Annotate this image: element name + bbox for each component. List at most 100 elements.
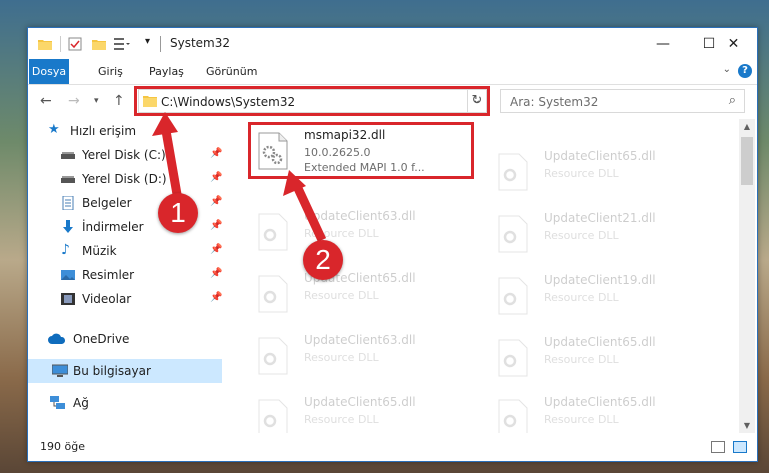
sidebar-item-label: Belgeler — [82, 196, 132, 210]
properties-icon[interactable] — [68, 37, 82, 51]
tab-file[interactable]: Dosya — [29, 59, 69, 84]
file-item[interactable]: UpdateClient65.dll Resource DLL — [247, 267, 479, 319]
sidebar-item-quick-access[interactable]: ★ Hızlı erişim — [28, 119, 222, 143]
sidebar-item-label: Yerel Disk (D:) — [82, 172, 167, 186]
new-folder-icon[interactable] — [92, 37, 106, 51]
videos-icon — [61, 293, 75, 305]
status-bar: 190 öğe — [28, 434, 757, 461]
explorer-window: ▾ System32 — ☐ ✕ Dosya Giriş Paylaş Görü… — [27, 27, 758, 462]
dll-file-icon — [258, 399, 288, 433]
title-separator — [160, 36, 161, 52]
sidebar-item-music[interactable]: ♪ Müzik 📌 — [28, 239, 222, 263]
sidebar-item-videos[interactable]: Videolar 📌 — [28, 287, 222, 311]
dll-file-icon — [258, 275, 288, 313]
file-name: UpdateClient21.dll — [544, 211, 656, 225]
pin-icon[interactable]: 📌 — [210, 148, 222, 159]
pin-icon[interactable]: 📌 — [210, 268, 222, 279]
help-icon[interactable]: ? — [738, 64, 752, 78]
dll-file-icon — [498, 339, 528, 377]
file-type: Resource DLL — [304, 227, 379, 240]
file-item[interactable]: UpdateClient65.dll Resource DLL — [487, 391, 719, 433]
sidebar-item-label: OneDrive — [73, 332, 130, 346]
up-button[interactable]: ↑ — [113, 93, 125, 109]
sidebar-item-label: Ağ — [73, 396, 89, 410]
file-item[interactable]: UpdateClient19.dll Resource DLL — [487, 269, 719, 321]
pin-icon[interactable]: 📌 — [210, 244, 222, 255]
scroll-thumb[interactable] — [741, 137, 753, 185]
search-input[interactable]: Ara: System32 ⌕ — [500, 89, 745, 113]
file-name: UpdateClient65.dll — [544, 335, 656, 349]
sidebar-item-onedrive[interactable]: OneDrive — [28, 327, 222, 351]
close-button[interactable]: ✕ — [710, 28, 757, 59]
ribbon-tabs: Dosya Giriş Paylaş Görünüm ⌄ ? — [28, 59, 757, 85]
sidebar-item-pictures[interactable]: Resimler 📌 — [28, 263, 222, 287]
sidebar-item-this-pc[interactable]: Bu bilgisayar — [28, 359, 222, 383]
computer-icon — [52, 364, 68, 377]
file-type: Resource DLL — [304, 413, 379, 426]
customize-toolbar-icon[interactable]: ▾ — [145, 36, 150, 47]
sidebar-item-label: Yerel Disk (C:) — [82, 148, 166, 162]
dll-file-icon — [498, 399, 528, 433]
dll-file-icon — [498, 277, 528, 315]
minimize-button[interactable]: — — [640, 28, 686, 59]
network-icon — [50, 396, 65, 409]
view-options-icon[interactable] — [114, 37, 130, 51]
dll-file-icon — [258, 337, 288, 375]
file-name: UpdateClient65.dll — [304, 395, 416, 409]
file-item[interactable]: UpdateClient63.dll Resource DLL — [247, 329, 479, 381]
qa-separator — [60, 36, 61, 52]
large-icons-view-icon[interactable] — [733, 441, 747, 453]
tab-home[interactable]: Giriş — [90, 59, 131, 84]
file-item[interactable]: UpdateClient65.dll Resource DLL — [487, 145, 719, 197]
sidebar-item-label: Müzik — [82, 244, 117, 258]
file-item[interactable]: UpdateClient21.dll Resource DLL — [487, 207, 719, 259]
file-type: Resource DLL — [544, 229, 619, 242]
folder-icon — [38, 40, 52, 50]
pin-icon[interactable]: 📌 — [210, 292, 222, 303]
pin-icon[interactable]: 📌 — [210, 196, 222, 207]
scroll-down-icon[interactable]: ▼ — [739, 421, 755, 430]
item-count: 190 öğe — [40, 440, 85, 453]
file-list: msmapi32.dll 10.0.2625.0 Extended MAPI 1… — [233, 119, 737, 433]
drive-icon — [61, 152, 75, 159]
pictures-icon — [61, 270, 75, 280]
cloud-icon — [48, 333, 66, 344]
file-highlight — [248, 122, 474, 179]
sidebar-item-network[interactable]: Ağ — [28, 391, 222, 415]
pin-icon[interactable]: 📌 — [210, 220, 222, 231]
search-placeholder: Ara: System32 — [510, 95, 599, 109]
back-button[interactable]: ← — [40, 93, 52, 109]
pin-icon[interactable]: 📌 — [210, 172, 222, 183]
tab-view[interactable]: Görünüm — [198, 59, 265, 84]
file-name: UpdateClient65.dll — [544, 395, 656, 409]
file-name: UpdateClient19.dll — [544, 273, 656, 287]
tab-share[interactable]: Paylaş — [141, 59, 192, 84]
details-view-icon[interactable] — [711, 441, 725, 453]
sidebar-item-label: Videolar — [82, 292, 132, 306]
file-item[interactable]: UpdateClient65.dll Resource DLL — [247, 391, 479, 433]
drive-icon — [61, 176, 75, 183]
file-name: UpdateClient63.dll — [304, 333, 416, 347]
window-title: System32 — [170, 36, 231, 50]
file-item[interactable]: UpdateClient63.dll Resource DLL — [247, 205, 479, 257]
recent-locations-icon[interactable]: ▾ — [94, 96, 99, 106]
file-type: Resource DLL — [544, 167, 619, 180]
sidebar-item-label: Resimler — [82, 268, 135, 282]
sidebar-item-disk-d[interactable]: Yerel Disk (D:) 📌 — [28, 167, 222, 191]
file-item[interactable]: UpdateClient65.dll Resource DLL — [487, 331, 719, 383]
vertical-scrollbar[interactable]: ▲ ▼ — [739, 119, 755, 433]
file-type: Resource DLL — [544, 353, 619, 366]
sidebar-item-disk-c[interactable]: Yerel Disk (C:) 📌 — [28, 143, 222, 167]
collapse-ribbon-icon[interactable]: ⌄ — [723, 64, 731, 75]
navigation-bar: ← → ▾ ↑ C:\Windows\System32 ⌄ ↻ Ara: Sys… — [28, 85, 757, 118]
file-type: Resource DLL — [544, 291, 619, 304]
scroll-up-icon[interactable]: ▲ — [739, 122, 755, 131]
sidebar-item-label: Bu bilgisayar — [73, 364, 151, 378]
file-name: UpdateClient65.dll — [544, 149, 656, 163]
forward-button[interactable]: → — [68, 93, 80, 109]
sidebar-item-label: İndirmeler — [82, 220, 144, 234]
navigation-pane: ★ Hızlı erişim Yerel Disk (C:) 📌 Yerel D… — [28, 119, 222, 433]
file-type: Resource DLL — [304, 289, 379, 302]
callout-2: 2 — [303, 240, 343, 280]
dll-file-icon — [498, 153, 528, 191]
